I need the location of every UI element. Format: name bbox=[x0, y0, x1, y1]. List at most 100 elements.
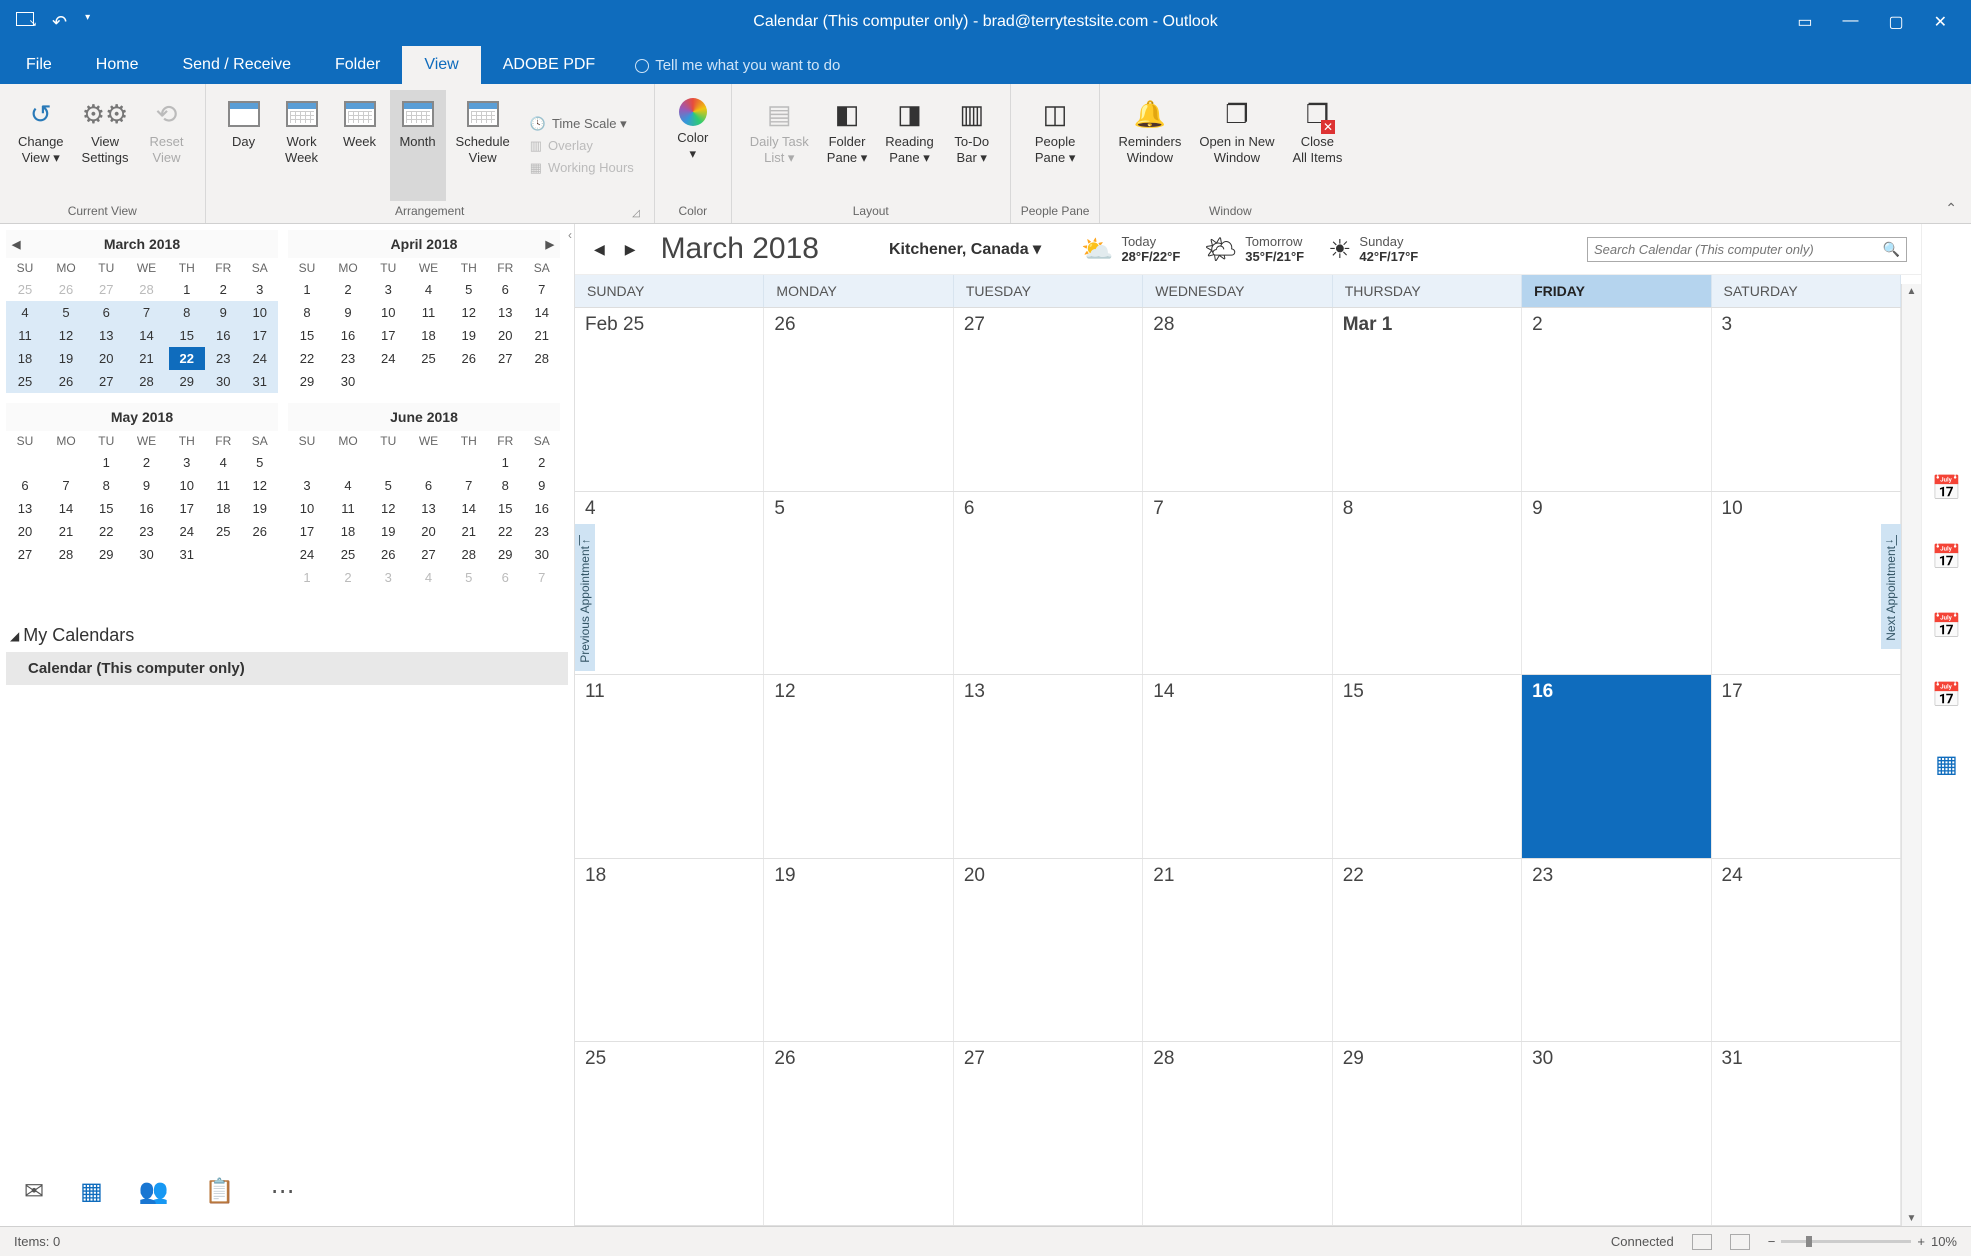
mini-day[interactable]: 14 bbox=[523, 301, 560, 324]
calendar-cell[interactable]: 20 bbox=[954, 859, 1143, 1042]
daily-task-list-button[interactable]: ▤Daily Task List ▾ bbox=[742, 90, 817, 201]
close-all-items-button[interactable]: ❐✕Close All Items bbox=[1284, 90, 1350, 201]
weather-day[interactable]: ⛅Today28°F/22°F bbox=[1081, 234, 1180, 265]
mini-day[interactable]: 1 bbox=[288, 278, 326, 301]
mini-day[interactable]: 1 bbox=[288, 566, 326, 589]
mini-day[interactable]: 12 bbox=[451, 301, 487, 324]
mini-day[interactable]: 20 bbox=[487, 324, 523, 347]
mini-day[interactable]: 19 bbox=[370, 520, 406, 543]
side-cal-grid-icon[interactable]: ▦ bbox=[1935, 750, 1958, 779]
mini-day[interactable]: 2 bbox=[205, 278, 241, 301]
calendar-cell[interactable]: 13 bbox=[954, 675, 1143, 858]
mini-day[interactable]: 22 bbox=[88, 520, 124, 543]
mini-day[interactable]: 2 bbox=[326, 566, 370, 589]
tab-adobe-pdf[interactable]: ADOBE PDF bbox=[481, 46, 617, 84]
mini-day[interactable]: 4 bbox=[326, 474, 370, 497]
mini-day[interactable]: 10 bbox=[288, 497, 326, 520]
mini-day[interactable]: 5 bbox=[241, 451, 278, 474]
mini-day[interactable]: 26 bbox=[370, 543, 406, 566]
mini-day[interactable]: 8 bbox=[169, 301, 205, 324]
mini-day[interactable]: 25 bbox=[407, 347, 451, 370]
mini-day[interactable]: 3 bbox=[241, 278, 278, 301]
mini-day[interactable]: 23 bbox=[125, 520, 169, 543]
mini-day[interactable]: 7 bbox=[451, 474, 487, 497]
mini-day[interactable]: 28 bbox=[523, 347, 560, 370]
location-dropdown[interactable]: Kitchener, Canada ▾ bbox=[889, 239, 1041, 259]
side-cal-back-icon[interactable]: 📅 bbox=[1932, 543, 1962, 572]
mini-day[interactable]: 20 bbox=[6, 520, 44, 543]
working-hours-button[interactable]: ▦Working Hours bbox=[526, 158, 638, 178]
calendar-cell[interactable]: 10 bbox=[1712, 492, 1901, 675]
calendar-cell[interactable]: 30 bbox=[1522, 1042, 1711, 1225]
mini-day[interactable]: 30 bbox=[205, 370, 241, 393]
mini-day[interactable]: 27 bbox=[407, 543, 451, 566]
mini-day[interactable]: 21 bbox=[44, 520, 88, 543]
mini-day[interactable]: 5 bbox=[451, 566, 487, 589]
mini-day[interactable]: 27 bbox=[6, 543, 44, 566]
calendar-cell[interactable]: 17 bbox=[1712, 675, 1901, 858]
todo-bar-button[interactable]: ▥To-Do Bar ▾ bbox=[944, 90, 1000, 201]
calendar-cell[interactable]: 14 bbox=[1143, 675, 1332, 858]
mini-day[interactable]: 7 bbox=[44, 474, 88, 497]
mini-day[interactable]: 26 bbox=[241, 520, 278, 543]
mail-icon[interactable]: ✉ bbox=[24, 1177, 44, 1206]
scrollbar[interactable]: ▲▼ bbox=[1901, 284, 1921, 1226]
mini-day[interactable]: 9 bbox=[326, 301, 370, 324]
mini-day[interactable]: 28 bbox=[451, 543, 487, 566]
mini-day[interactable]: 15 bbox=[288, 324, 326, 347]
calendar-cell[interactable]: 27 bbox=[954, 1042, 1143, 1225]
people-nav-icon[interactable]: 👥 bbox=[139, 1177, 169, 1206]
overlay-button[interactable]: ▥Overlay bbox=[526, 136, 638, 156]
calendar-cell[interactable]: Mar 1 bbox=[1333, 308, 1522, 491]
mini-day[interactable]: 26 bbox=[44, 370, 88, 393]
search-box[interactable]: 🔍 bbox=[1587, 237, 1907, 262]
reset-view-button[interactable]: ⟲Reset View bbox=[139, 90, 195, 201]
mini-day[interactable]: 2 bbox=[125, 451, 169, 474]
minimize-icon[interactable]: ― bbox=[1842, 12, 1858, 32]
time-scale-button[interactable]: 🕓Time Scale ▾ bbox=[526, 114, 638, 134]
mini-day[interactable] bbox=[370, 370, 406, 393]
calendar-cell[interactable]: 9 bbox=[1522, 492, 1711, 675]
reminders-window-button[interactable]: 🔔Reminders Window bbox=[1110, 90, 1189, 201]
mini-day[interactable]: 29 bbox=[288, 370, 326, 393]
mini-day[interactable]: 29 bbox=[88, 543, 124, 566]
mini-day[interactable]: 19 bbox=[241, 497, 278, 520]
zoom-out-icon[interactable]: − bbox=[1768, 1234, 1776, 1249]
mini-day[interactable]: 23 bbox=[326, 347, 370, 370]
scroll-down-icon[interactable]: ▼ bbox=[1902, 1211, 1921, 1226]
mini-day[interactable]: 21 bbox=[451, 520, 487, 543]
search-icon[interactable]: 🔍 bbox=[1883, 241, 1900, 258]
calendar-cell[interactable]: 12 bbox=[764, 675, 953, 858]
view-normal-icon[interactable] bbox=[1692, 1234, 1712, 1250]
mini-day[interactable]: 4 bbox=[407, 566, 451, 589]
mini-day[interactable]: 15 bbox=[169, 324, 205, 347]
qat-customize-icon[interactable]: ▾ bbox=[85, 12, 90, 33]
search-input[interactable] bbox=[1594, 242, 1883, 257]
calendar-item[interactable]: Calendar (This computer only) bbox=[6, 652, 568, 685]
scroll-up-icon[interactable]: ▲ bbox=[1902, 284, 1921, 299]
mini-day[interactable]: 13 bbox=[88, 324, 124, 347]
mini-day[interactable] bbox=[6, 451, 44, 474]
mini-day[interactable]: 30 bbox=[326, 370, 370, 393]
calendar-cell[interactable]: 19 bbox=[764, 859, 953, 1042]
calendar-cell[interactable]: 7 bbox=[1143, 492, 1332, 675]
more-icon[interactable]: ⋯ bbox=[271, 1177, 295, 1206]
day-button[interactable]: Day bbox=[216, 90, 272, 201]
mini-day[interactable]: 10 bbox=[241, 301, 278, 324]
mini-day[interactable]: 9 bbox=[205, 301, 241, 324]
undo-icon[interactable]: ↶ bbox=[52, 12, 67, 33]
mini-day[interactable]: 26 bbox=[451, 347, 487, 370]
calendar-cell[interactable]: 3 bbox=[1712, 308, 1901, 491]
mini-day[interactable]: 4 bbox=[6, 301, 44, 324]
mini-day[interactable]: 20 bbox=[407, 520, 451, 543]
mini-day[interactable]: 16 bbox=[125, 497, 169, 520]
reading-pane-button[interactable]: ◨Reading Pane ▾ bbox=[877, 90, 941, 201]
mini-day[interactable]: 18 bbox=[6, 347, 44, 370]
next-month-button[interactable]: ▶ bbox=[620, 239, 641, 260]
mini-day[interactable]: 18 bbox=[326, 520, 370, 543]
tell-me[interactable]: Tell me what you want to do bbox=[617, 47, 858, 84]
mini-day[interactable]: 7 bbox=[523, 566, 560, 589]
mini-day[interactable]: 2 bbox=[523, 451, 560, 474]
mini-day[interactable]: 27 bbox=[88, 278, 124, 301]
mini-day[interactable]: 7 bbox=[125, 301, 169, 324]
